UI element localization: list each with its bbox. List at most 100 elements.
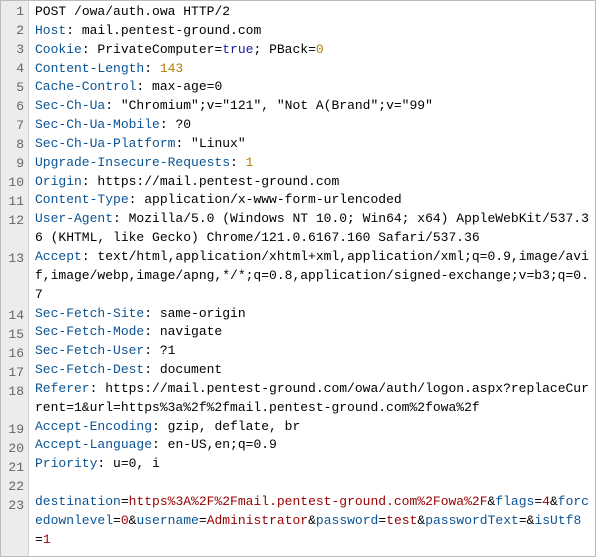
token: Host: [35, 23, 66, 38]
code-line[interactable]: Cookie: PrivateComputer=true; PBack=0: [35, 41, 589, 60]
token: https://mail.pentest-ground.com/owa/auth…: [35, 381, 589, 415]
line-number: 22: [1, 478, 24, 497]
code-line[interactable]: Upgrade-Insecure-Requests: 1: [35, 154, 589, 173]
token: Administrator: [207, 513, 308, 528]
token: 1: [246, 155, 254, 170]
code-content[interactable]: POST /owa/auth.owa HTTP/2Host: mail.pent…: [29, 1, 595, 556]
token: :: [82, 249, 98, 264]
line-number: 20: [1, 440, 24, 459]
line-number: 12: [1, 212, 24, 250]
token: :: [144, 362, 160, 377]
token: passwordText: [425, 513, 519, 528]
token: &: [550, 494, 558, 509]
line-number: 8: [1, 136, 24, 155]
token: =: [35, 532, 43, 547]
token: document: [160, 362, 222, 377]
token: Sec-Ch-Ua-Mobile: [35, 117, 160, 132]
token: :: [90, 381, 106, 396]
token: :: [129, 192, 145, 207]
code-line[interactable]: Content-Type: application/x-www-form-url…: [35, 191, 589, 210]
line-number: 9: [1, 155, 24, 174]
token: Cache-Control: [35, 79, 136, 94]
code-line[interactable]: User-Agent: Mozilla/5.0 (Windows NT 10.0…: [35, 210, 589, 248]
token: username: [136, 513, 198, 528]
token: :: [152, 419, 168, 434]
token: &: [308, 513, 316, 528]
code-line[interactable]: Sec-Ch-Ua: "Chromium";v="121", "Not A(Br…: [35, 97, 589, 116]
token: User-Agent: [35, 211, 113, 226]
token: 1: [43, 532, 51, 547]
token: destination: [35, 494, 121, 509]
code-line[interactable]: Sec-Fetch-Mode: navigate: [35, 323, 589, 342]
token: ?0: [175, 117, 191, 132]
token: 4: [542, 494, 550, 509]
token: Sec-Ch-Ua-Platform: [35, 136, 175, 151]
token: =: [113, 513, 121, 528]
line-number: 19: [1, 421, 24, 440]
token: Sec-Fetch-Mode: [35, 324, 144, 339]
token: ?1: [160, 343, 176, 358]
token: application/x-www-form-urlencoded: [144, 192, 401, 207]
code-line[interactable]: Accept-Language: en-US,en;q=0.9: [35, 436, 589, 455]
code-line[interactable]: Sec-Fetch-User: ?1: [35, 342, 589, 361]
line-number: 6: [1, 98, 24, 117]
token: max-age=0: [152, 79, 222, 94]
token: Accept-Language: [35, 437, 152, 452]
token: Referer: [35, 381, 90, 396]
code-line[interactable]: [35, 474, 589, 493]
token: =: [534, 494, 542, 509]
token: Cookie: [35, 42, 82, 57]
token: https://mail.pentest-ground.com: [97, 174, 339, 189]
http-request-panel: 1234567891011121314151617181920212223 PO…: [0, 0, 596, 557]
token: :: [144, 343, 160, 358]
token: :: [97, 456, 113, 471]
token: 0: [121, 513, 129, 528]
token: same-origin: [160, 306, 246, 321]
token: flags: [495, 494, 534, 509]
token: isUtf8: [534, 513, 581, 528]
code-editor[interactable]: 1234567891011121314151617181920212223 PO…: [1, 1, 595, 556]
token: "Linux": [191, 136, 246, 151]
code-line[interactable]: Priority: u=0, i: [35, 455, 589, 474]
token: :: [144, 306, 160, 321]
line-number: 1: [1, 3, 24, 22]
token: :: [82, 42, 98, 57]
token: Sec-Fetch-Dest: [35, 362, 144, 377]
token: HTTP/2: [183, 4, 230, 19]
code-line[interactable]: Sec-Ch-Ua-Platform: "Linux": [35, 135, 589, 154]
line-number: 10: [1, 174, 24, 193]
code-line[interactable]: Accept: text/html,application/xhtml+xml,…: [35, 248, 589, 305]
code-line[interactable]: Origin: https://mail.pentest-ground.com: [35, 173, 589, 192]
token: :: [152, 437, 168, 452]
token: =: [199, 513, 207, 528]
token: :: [66, 23, 82, 38]
token: :: [82, 174, 98, 189]
line-number: 11: [1, 193, 24, 212]
code-line[interactable]: Sec-Ch-Ua-Mobile: ?0: [35, 116, 589, 135]
token: 0: [316, 42, 324, 57]
line-number: 5: [1, 79, 24, 98]
token: =: [519, 513, 527, 528]
token: mail.pentest-ground.com: [82, 23, 261, 38]
code-line[interactable]: Sec-Fetch-Site: same-origin: [35, 305, 589, 324]
line-number: 17: [1, 364, 24, 383]
token: Content-Type: [35, 192, 129, 207]
line-number-gutter: 1234567891011121314151617181920212223: [1, 1, 29, 556]
token: :: [136, 79, 152, 94]
line-number: 7: [1, 117, 24, 136]
code-line[interactable]: destination=https%3A%2F%2Fmail.pentest-g…: [35, 493, 589, 550]
code-line[interactable]: Accept-Encoding: gzip, deflate, br: [35, 418, 589, 437]
code-line[interactable]: Referer: https://mail.pentest-ground.com…: [35, 380, 589, 418]
code-line[interactable]: POST /owa/auth.owa HTTP/2: [35, 3, 589, 22]
code-line[interactable]: Content-Length: 143: [35, 60, 589, 79]
token: Upgrade-Insecure-Requests: [35, 155, 230, 170]
token: Priority: [35, 456, 97, 471]
token: /owa/auth.owa: [66, 4, 183, 19]
code-line[interactable]: Cache-Control: max-age=0: [35, 78, 589, 97]
code-line[interactable]: Sec-Fetch-Dest: document: [35, 361, 589, 380]
token: test: [386, 513, 417, 528]
line-number: 4: [1, 60, 24, 79]
token: =: [121, 494, 129, 509]
token: text/html,application/xhtml+xml,applicat…: [35, 249, 589, 302]
code-line[interactable]: Host: mail.pentest-ground.com: [35, 22, 589, 41]
